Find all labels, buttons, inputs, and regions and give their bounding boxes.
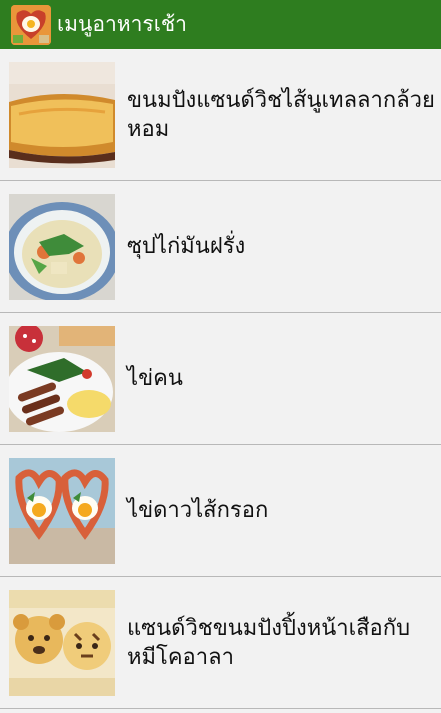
menu-list-item[interactable]: ไข่ดาวไส้กรอก: [0, 445, 441, 577]
app-bar: เมนูอาหารเช้า: [0, 0, 441, 49]
chicken-potato-soup-photo: [9, 193, 115, 300]
toast-sandwich-photo: [9, 61, 115, 168]
menu-list-item[interactable]: ขนมปังแซนด์วิชไส้นูเทลลากล้วยหอม: [0, 49, 441, 181]
menu-list-item[interactable]: แซนด์วิชขนมปังปิ้งหน้าเสือกับหมีโคอาลา: [0, 577, 441, 709]
menu-item-title: ขนมปังแซนด์วิชไส้นูเทลลากล้วยหอม: [127, 87, 435, 142]
app-title: เมนูอาหารเช้า: [57, 12, 187, 36]
menu-item-title: ไข่คน: [127, 366, 183, 391]
menu-item-title: แซนด์วิชขนมปังปิ้งหน้าเสือกับหมีโคอาลา: [127, 615, 411, 670]
menu-list-item[interactable]: ซุปไก่มันฝรั่ง: [0, 181, 441, 313]
heart-sausage-egg-photo: [9, 457, 115, 564]
menu-list-item[interactable]: ไข่คน: [0, 313, 441, 445]
menu-list: ขนมปังแซนด์วิชไส้นูเทลลากล้วยหอม ซุปไก่ม…: [0, 49, 441, 709]
menu-item-title: ไข่ดาวไส้กรอก: [127, 498, 269, 523]
scrambled-eggs-sausage-photo: [9, 325, 115, 432]
tiger-koala-toast-photo: [9, 589, 115, 696]
menu-item-title: ซุปไก่มันฝรั่ง: [127, 234, 246, 259]
breakfast-app-icon[interactable]: [11, 4, 51, 45]
